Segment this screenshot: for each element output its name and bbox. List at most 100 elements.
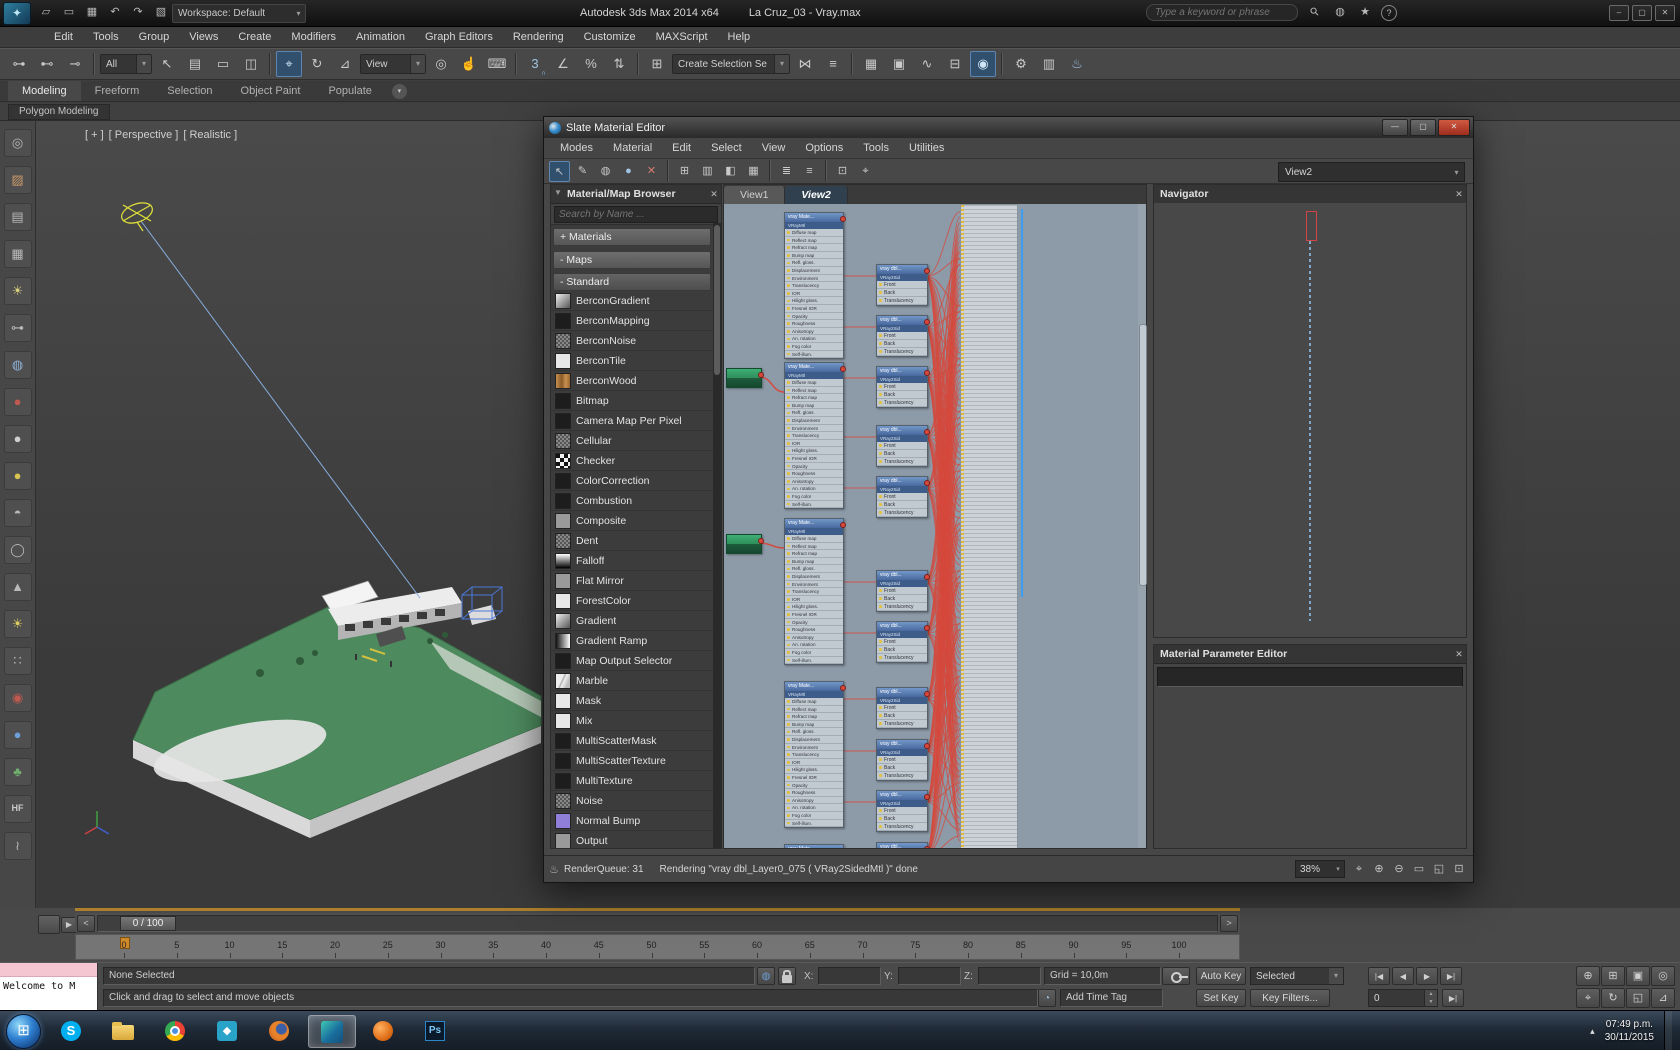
select-and-manipulate-icon[interactable]: ☝ (456, 51, 482, 77)
field-of-view-icon[interactable]: ⊿ (1651, 988, 1675, 1008)
spinner-snap-icon[interactable]: ⇅ (606, 51, 632, 77)
slate-view-selector-dropdown[interactable]: View2 ▾ (1278, 162, 1465, 182)
material-node-vray2sided[interactable]: vray dbl...VRay2SidFrontBackTranslucency (876, 570, 930, 612)
slate-menu-tools[interactable]: Tools (853, 138, 899, 158)
map-item-falloff[interactable]: Falloff (551, 551, 713, 571)
link-icon[interactable]: ⊶ (3, 314, 32, 342)
dots-icon[interactable]: ∷ (3, 647, 32, 675)
node-slot[interactable]: Anisotropy (785, 328, 843, 336)
schematic-view-icon[interactable]: ⊟ (942, 51, 968, 77)
polygon-modeling-panel[interactable]: Polygon Modeling (8, 104, 110, 120)
selection-filter-dropdown[interactable]: All ▾ (100, 54, 152, 74)
node-slot[interactable]: Translucency (785, 282, 843, 290)
node-slot[interactable]: Displacement (785, 417, 843, 425)
bone-icon[interactable]: ≀ (3, 832, 32, 860)
search-icon[interactable]: ⚲ (1302, 0, 1327, 25)
tab-populate[interactable]: Populate (314, 81, 385, 101)
map-item-gradient-ramp[interactable]: Gradient Ramp (551, 631, 713, 651)
show-background-icon[interactable]: ▦ (743, 161, 764, 182)
snap-toggle-icon[interactable]: 3 ∩ (522, 51, 548, 77)
close-icon[interactable]: ✕ (1452, 189, 1466, 200)
output-socket-icon[interactable] (757, 372, 764, 378)
show-desktop-button[interactable] (1664, 1011, 1672, 1050)
map-item-composite[interactable]: Composite (551, 511, 713, 531)
node-slot[interactable]: An. rotation (785, 485, 843, 493)
time-slider-handle[interactable]: 0 / 100 (120, 916, 176, 931)
start-button[interactable]: ⊞ (6, 1014, 41, 1049)
node-slot[interactable]: Translucency (877, 823, 927, 831)
taskbar-app-icon-2[interactable] (360, 1015, 406, 1046)
slate-minimize-button[interactable]: — (1382, 119, 1408, 136)
browser-header[interactable]: ▼ Material/Map Browser ✕ (551, 185, 721, 204)
key-filters-button[interactable]: Key Filters... (1250, 989, 1330, 1007)
slate-pan-icon[interactable]: ⌖ (1350, 860, 1368, 878)
taskbar-photoshop-icon[interactable]: Ps (412, 1015, 458, 1046)
pan-tool-icon[interactable]: ⌖ (855, 161, 876, 182)
node-slot[interactable]: IOR (785, 440, 843, 448)
close-icon[interactable]: ✕ (1452, 649, 1466, 660)
texture-node[interactable] (726, 368, 764, 388)
node-slot[interactable]: Bump map (785, 558, 843, 566)
application-menu-button[interactable]: ✦ (3, 2, 31, 25)
node-slot[interactable]: Reflect map (785, 706, 843, 714)
node-slot[interactable]: Reflect map (785, 543, 843, 551)
node-slot[interactable]: Hilight gloss. (785, 603, 843, 611)
mirror-icon[interactable]: ⋈ (792, 51, 818, 77)
node-slot[interactable]: Anisotropy (785, 797, 843, 805)
map-item-berconmapping[interactable]: BerconMapping (551, 311, 713, 331)
node-slot[interactable]: Self-illum. (785, 501, 843, 509)
select-and-scale-icon[interactable]: ⊿ (332, 51, 358, 77)
selection-region-icon[interactable]: ▭ (210, 51, 236, 77)
navigator-header[interactable]: Navigator ✕ (1154, 185, 1466, 204)
node-slot[interactable]: Bump map (785, 252, 843, 260)
node-slot[interactable]: Front (877, 756, 927, 764)
canvas-scrollbar[interactable] (1138, 204, 1147, 848)
map-item-dent[interactable]: Dent (551, 531, 713, 551)
node-slot[interactable]: Fresnel IOR (785, 305, 843, 313)
zoom-extents-all-icon[interactable]: ◎ (1651, 966, 1675, 986)
next-frame-button[interactable]: ▶| (1442, 989, 1464, 1007)
node-slot[interactable]: Translucency (877, 772, 927, 780)
node-slot[interactable]: Hilight gloss. (785, 297, 843, 305)
node-slot[interactable]: Refl. gloss. (785, 409, 843, 417)
ribbon-more-icon[interactable]: ▾ (391, 84, 407, 99)
viewport-pov-menu[interactable]: [ Perspective ] (109, 129, 179, 141)
curve-editor-icon[interactable]: ∿ (914, 51, 940, 77)
z-coordinate-field[interactable] (978, 967, 1041, 985)
output-socket-icon[interactable] (839, 685, 846, 691)
taskbar-clock[interactable]: 07:49 p.m. 30/11/2015 (1605, 1018, 1654, 1044)
node-slot[interactable]: Translucency (785, 751, 843, 759)
node-slot[interactable]: Translucency (785, 432, 843, 440)
texture-node[interactable] (726, 534, 764, 554)
node-slot[interactable]: Anisotropy (785, 634, 843, 642)
bind-to-spacewarp-icon[interactable]: ⊸ (62, 51, 88, 77)
node-slot[interactable]: Back (877, 289, 927, 297)
map-item-colorcorrection[interactable]: ColorCorrection (551, 471, 713, 491)
menu-tools[interactable]: Tools (83, 27, 129, 47)
navigator-minimap[interactable] (1154, 203, 1466, 637)
slate-menu-utilities[interactable]: Utilities (899, 138, 954, 158)
map-item-bitmap[interactable]: Bitmap (551, 391, 713, 411)
key-mode-dropdown[interactable]: Selected ▾ (1250, 967, 1344, 985)
viewport-shading-menu[interactable]: [ Realistic ] (183, 129, 237, 141)
material-node-vraymtl[interactable]: vray Mate...VRayMtlDiffuse mapReflect ma… (784, 518, 846, 666)
render-production-icon[interactable]: ♨ (1064, 51, 1090, 77)
delete-selected-icon[interactable]: ✕ (641, 161, 662, 182)
layout-children-icon[interactable]: ≡ (799, 161, 820, 182)
close-button[interactable]: ✕ (1655, 5, 1675, 21)
node-slot[interactable]: Opacity (785, 313, 843, 321)
edit-named-selections-icon[interactable]: ⊞ (644, 51, 670, 77)
browser-search-input[interactable] (554, 205, 718, 223)
node-slot[interactable]: Roughness (785, 320, 843, 328)
previous-frame-arrow[interactable]: < (77, 915, 95, 932)
output-socket-icon[interactable] (923, 625, 930, 631)
node-slot[interactable]: Fog color (785, 343, 843, 351)
use-pivot-center-icon[interactable]: ◎ (428, 51, 454, 77)
menu-maxscript[interactable]: MAXScript (646, 27, 718, 47)
node-slot[interactable]: Fog color (785, 812, 843, 820)
menu-customize[interactable]: Customize (574, 27, 646, 47)
node-slot[interactable]: Refract map (785, 244, 843, 252)
menu-graph-editors[interactable]: Graph Editors (415, 27, 503, 47)
slate-menu-select[interactable]: Select (701, 138, 752, 158)
time-tag-icon[interactable]: ◔ (1038, 989, 1056, 1007)
